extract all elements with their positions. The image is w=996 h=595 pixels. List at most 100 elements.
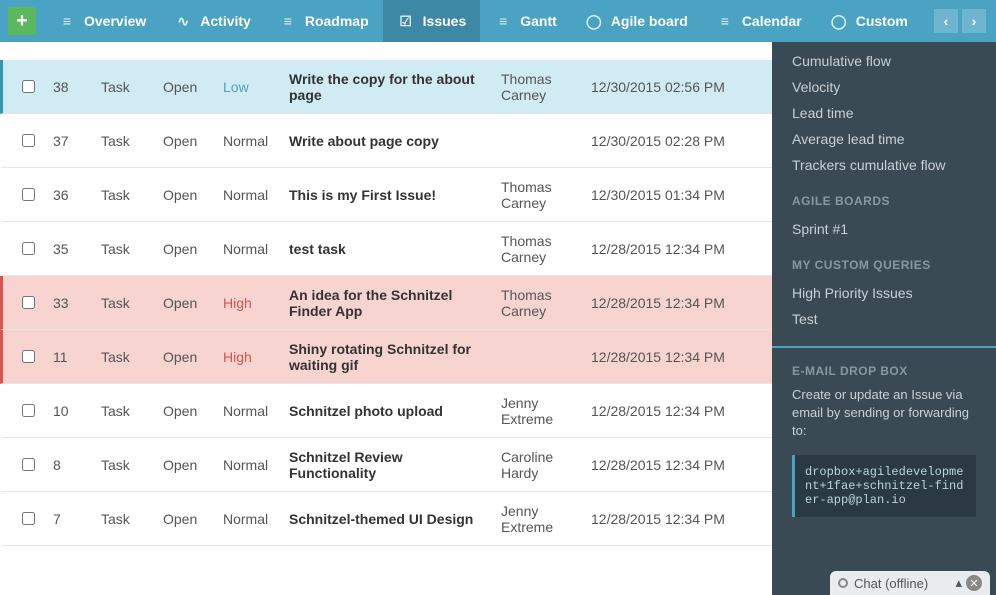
nav-issues[interactable]: ☑ Issues	[383, 0, 481, 42]
issue-subject[interactable]: Schnitzel-themed UI Design	[289, 511, 501, 527]
issue-updated: 12/30/2015 01:34 PM	[591, 187, 725, 203]
email-dropbox-address[interactable]: dropbox+agiledevelopment+1fae+schnitzel-…	[792, 455, 976, 517]
issue-id: 7	[53, 511, 101, 527]
activity-icon: ∿	[174, 12, 192, 30]
nav-calendar[interactable]: ≡Calendar	[702, 0, 816, 42]
row-checkbox[interactable]	[22, 242, 35, 255]
row-checkbox[interactable]	[22, 350, 35, 363]
sidebar-link[interactable]: Trackers cumulative flow	[772, 152, 996, 178]
table-row[interactable]: 35TaskOpenNormaltest taskThomas Carney12…	[0, 222, 772, 276]
issues-icon: ☑	[397, 12, 415, 30]
issue-assignee: Caroline Hardy	[501, 449, 591, 481]
issue-priority: Low	[223, 79, 289, 95]
issue-subject[interactable]: This is my First Issue!	[289, 187, 501, 203]
issue-subject[interactable]: Schnitzel Review Functionality	[289, 449, 501, 481]
nav-overview[interactable]: ≡ Overview	[44, 0, 160, 42]
nav-label: Agile board	[611, 13, 688, 29]
table-row[interactable]: 7TaskOpenNormalSchnitzel-themed UI Desig…	[0, 492, 772, 546]
issue-assignee: Thomas Carney	[501, 287, 591, 319]
issue-status: Open	[163, 241, 223, 257]
row-checkbox[interactable]	[22, 296, 35, 309]
nav-next-button[interactable]: ›	[962, 9, 986, 33]
nav-label: Calendar	[742, 13, 802, 29]
issue-tracker: Task	[101, 403, 163, 419]
issue-tracker: Task	[101, 79, 163, 95]
issue-priority: Normal	[223, 511, 289, 527]
chat-expand-icon[interactable]: ▴	[955, 575, 962, 591]
table-row[interactable]: 38TaskOpenLowWrite the copy for the abou…	[0, 60, 772, 114]
issue-subject[interactable]: Write about page copy	[289, 133, 501, 149]
issue-id: 33	[53, 295, 101, 311]
nav-label: Gantt	[520, 13, 557, 29]
nav-label: Activity	[200, 13, 251, 29]
table-row[interactable]: 10TaskOpenNormalSchnitzel photo uploadJe…	[0, 384, 772, 438]
top-nav: + ≡ Overview ∿ Activity ≡Roadmap ☑ Issues ≡ Gant…	[0, 0, 996, 42]
issue-tracker: Task	[101, 187, 163, 203]
table-row[interactable]: 11TaskOpenHighShiny rotating Schnitzel f…	[0, 330, 772, 384]
issue-tracker: Task	[101, 241, 163, 257]
issue-tracker: Task	[101, 457, 163, 473]
nav-agile-board[interactable]: ◯Agile board	[571, 0, 702, 42]
issue-status: Open	[163, 349, 223, 365]
row-checkbox[interactable]	[22, 134, 35, 147]
issue-subject[interactable]: test task	[289, 241, 501, 257]
issue-assignee: Thomas Carney	[501, 179, 591, 211]
issue-updated: 12/30/2015 02:28 PM	[591, 133, 725, 149]
row-checkbox[interactable]	[22, 458, 35, 471]
issue-status: Open	[163, 295, 223, 311]
row-checkbox[interactable]	[22, 188, 35, 201]
nav-gantt[interactable]: ≡ Gantt	[480, 0, 571, 42]
add-button[interactable]: +	[8, 7, 36, 35]
overview-icon: ≡	[58, 12, 76, 30]
issue-priority: Normal	[223, 241, 289, 257]
row-checkbox[interactable]	[22, 80, 35, 93]
issue-subject[interactable]: Write the copy for the about page	[289, 71, 501, 103]
issue-updated: 12/30/2015 02:56 PM	[591, 79, 725, 95]
custom-query-link[interactable]: Test	[772, 306, 996, 332]
chat-widget[interactable]: Chat (offline) ▴ ✕	[830, 571, 990, 595]
custom-query-link[interactable]: High Priority Issues	[772, 280, 996, 306]
issue-id: 10	[53, 403, 101, 419]
row-checkbox[interactable]	[22, 404, 35, 417]
email-dropbox-head: E-MAIL DROP BOX	[772, 348, 996, 386]
nav-label: Overview	[84, 13, 146, 29]
table-row[interactable]: 36TaskOpenNormalThis is my First Issue!T…	[0, 168, 772, 222]
issue-subject[interactable]: Schnitzel photo upload	[289, 403, 501, 419]
issue-id: 38	[53, 79, 101, 95]
issue-id: 8	[53, 457, 101, 473]
nav-label: Issues	[423, 13, 467, 29]
table-row[interactable]: 37TaskOpenNormalWrite about page copy12/…	[0, 114, 772, 168]
agile-board-link[interactable]: Sprint #1	[772, 216, 996, 242]
table-row[interactable]: 8TaskOpenNormalSchnitzel Review Function…	[0, 438, 772, 492]
row-checkbox[interactable]	[22, 512, 35, 525]
issue-updated: 12/28/2015 12:34 PM	[591, 457, 725, 473]
sidebar-link[interactable]: Lead time	[772, 100, 996, 126]
issue-updated: 12/28/2015 12:34 PM	[591, 241, 725, 257]
sidebar: Cumulative flowVelocityLead timeAverage …	[772, 42, 996, 595]
nav-roadmap[interactable]: ≡Roadmap	[265, 0, 383, 42]
nav-prev-button[interactable]: ‹	[934, 9, 958, 33]
issue-updated: 12/28/2015 12:34 PM	[591, 403, 725, 419]
issue-subject[interactable]: Shiny rotating Schnitzel for waiting gif	[289, 341, 501, 373]
issue-assignee: Jenny Extreme	[501, 395, 591, 427]
gantt-icon: ≡	[494, 12, 512, 30]
nav-custom[interactable]: ◯Custom	[816, 0, 922, 42]
nav-label: Custom	[856, 13, 908, 29]
issue-tracker: Task	[101, 349, 163, 365]
issue-priority: Normal	[223, 457, 289, 473]
issue-tracker: Task	[101, 295, 163, 311]
nav-activity[interactable]: ∿ Activity	[160, 0, 265, 42]
sidebar-link[interactable]: Cumulative flow	[772, 48, 996, 74]
issue-priority: Normal	[223, 403, 289, 419]
chat-close-icon[interactable]: ✕	[966, 575, 982, 591]
issue-priority: High	[223, 349, 289, 365]
issue-updated: 12/28/2015 12:34 PM	[591, 349, 725, 365]
issue-subject[interactable]: An idea for the Schnitzel Finder App	[289, 287, 501, 319]
nav-label: Roadmap	[305, 13, 369, 29]
issue-assignee: Jenny Extreme	[501, 503, 591, 535]
sidebar-link[interactable]: Average lead time	[772, 126, 996, 152]
issue-tracker: Task	[101, 133, 163, 149]
table-row[interactable]: 33TaskOpenHighAn idea for the Schnitzel …	[0, 276, 772, 330]
issue-priority: Normal	[223, 133, 289, 149]
sidebar-link[interactable]: Velocity	[772, 74, 996, 100]
